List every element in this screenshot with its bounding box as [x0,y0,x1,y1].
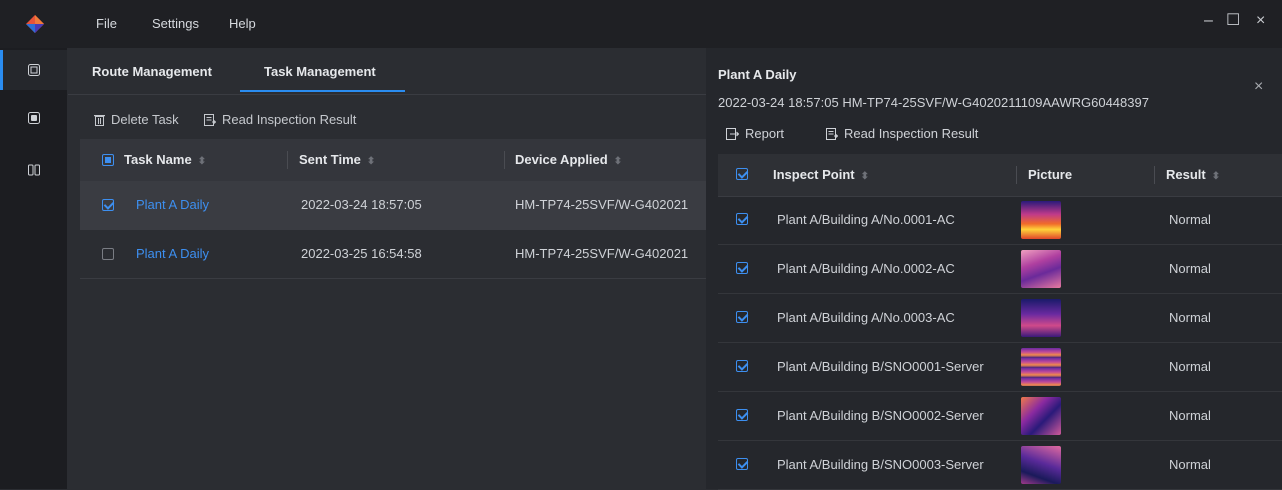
minimize-button[interactable]: – [1204,12,1213,30]
header-inspect-point[interactable]: Inspect Point ⬍ [773,167,869,182]
result-cell: Normal [1169,212,1211,227]
result-cell: Normal [1169,261,1211,276]
export-icon [726,127,739,140]
sent-time-cell: 2022-03-25 16:54:58 [301,246,422,261]
panel-read-inspection-result-label: Read Inspection Result [844,126,979,141]
column-divider [504,151,505,169]
table-row[interactable]: Plant A Daily 2022-03-25 16:54:58 HM-TP7… [80,230,706,279]
grid-icon [28,164,40,176]
thermal-thumbnail[interactable] [1021,250,1061,288]
inspect-table-header: Inspect Point ⬍ Picture Result ⬍ [718,154,1282,197]
route-icon [28,64,40,76]
report-button[interactable]: Report [726,126,784,141]
delete-task-button[interactable]: Delete Task [94,112,179,127]
report-label: Report [745,126,785,141]
row-checkbox[interactable] [736,409,748,421]
row-checkbox[interactable] [736,360,748,372]
header-device-applied[interactable]: Device Applied ⬍ [515,152,622,167]
inspect-point-cell: Plant A/Building B/SNO0001-Server [777,359,984,374]
close-window-button[interactable]: × [1256,12,1265,30]
table-row[interactable]: Plant A/Building B/SNO0003-Server Normal [718,441,1282,490]
tab-bar: Route Management Task Management [68,48,706,95]
title-bar: File Settings Help – ☐ × [0,0,1282,48]
read-inspection-result-button[interactable]: Read Inspection Result [204,112,356,127]
table-row[interactable]: Plant A/Building A/No.0001-AC Normal [718,196,1282,245]
result-cell: Normal [1169,457,1211,472]
inspect-point-cell: Plant A/Building A/No.0001-AC [777,212,955,227]
result-cell: Normal [1169,310,1211,325]
select-all-checkbox[interactable] [736,168,748,180]
panel-close-button[interactable]: × [1254,78,1263,96]
nav-rail [0,48,67,489]
inspect-point-cell: Plant A/Building A/No.0002-AC [777,261,955,276]
read-inspection-result-label: Read Inspection Result [222,112,357,127]
trash-icon [94,114,105,126]
sent-time-cell: 2022-03-24 18:57:05 [301,197,422,212]
task-name-link[interactable]: Plant A Daily [136,197,209,212]
main-area: Route Management Task Management Delete … [68,48,706,489]
row-checkbox[interactable] [102,248,114,260]
row-checkbox[interactable] [736,311,748,323]
app-logo-icon [26,15,44,33]
inspect-point-cell: Plant A/Building B/SNO0003-Server [777,457,984,472]
import-icon [826,127,838,140]
import-icon [204,113,216,126]
menu-file[interactable]: File [96,16,117,31]
rail-item-grid[interactable] [0,150,67,190]
column-divider [1154,166,1155,184]
thermal-thumbnail[interactable] [1021,397,1061,435]
inspect-point-cell: Plant A/Building B/SNO0002-Server [777,408,984,423]
active-tab-indicator [240,90,405,92]
tab-task-management[interactable]: Task Management [264,64,376,79]
sort-icon: ⬍ [197,156,207,167]
header-result[interactable]: Result ⬍ [1166,167,1220,182]
column-divider [287,151,288,169]
result-cell: Normal [1169,359,1211,374]
row-checkbox[interactable] [736,458,748,470]
rail-item-device[interactable] [0,98,67,138]
device-cell: HM-TP74-25SVF/W-G402021 [515,197,689,212]
maximize-button[interactable]: ☐ [1226,10,1240,30]
table-row[interactable]: Plant A/Building B/SNO0002-Server Normal [718,392,1282,441]
task-name-link[interactable]: Plant A Daily [136,246,209,261]
task-table-header: Task Name ⬍ Sent Time ⬍ Device Applied ⬍ [80,139,706,181]
header-task-name[interactable]: Task Name ⬍ [124,152,206,167]
inspect-point-cell: Plant A/Building A/No.0003-AC [777,310,955,325]
header-sent-time[interactable]: Sent Time ⬍ [299,152,375,167]
menu-help[interactable]: Help [229,16,256,31]
table-row[interactable]: Plant A/Building B/SNO0001-Server Normal [718,343,1282,392]
detail-panel: Plant A Daily 2022-03-24 18:57:05 HM-TP7… [706,48,1282,490]
header-picture: Picture [1028,167,1073,182]
panel-subtitle: 2022-03-24 18:57:05 HM-TP74-25SVF/W-G402… [718,95,1149,110]
rail-item-route[interactable] [0,50,67,90]
sort-icon: ⬍ [366,156,376,167]
thermal-thumbnail[interactable] [1021,446,1061,484]
thermal-thumbnail[interactable] [1021,348,1061,386]
tab-route-management[interactable]: Route Management [92,64,212,79]
thermal-thumbnail[interactable] [1021,201,1061,239]
row-checkbox[interactable] [736,262,748,274]
device-icon [28,112,40,124]
row-checkbox[interactable] [736,213,748,225]
sort-icon: ⬍ [613,156,623,167]
menu-settings[interactable]: Settings [152,16,199,31]
sort-icon: ⬍ [860,171,870,182]
table-row[interactable]: Plant A/Building A/No.0002-AC Normal [718,245,1282,294]
result-cell: Normal [1169,408,1211,423]
thermal-thumbnail[interactable] [1021,299,1061,337]
table-row[interactable]: Plant A/Building A/No.0003-AC Normal [718,294,1282,343]
row-checkbox[interactable] [102,199,114,211]
delete-task-label: Delete Task [111,112,179,127]
panel-read-inspection-result-button[interactable]: Read Inspection Result [826,126,978,141]
sort-icon: ⬍ [1211,171,1221,182]
device-cell: HM-TP74-25SVF/W-G402021 [515,246,689,261]
select-all-checkbox[interactable] [102,154,114,166]
column-divider [1016,166,1017,184]
table-row[interactable]: Plant A Daily 2022-03-24 18:57:05 HM-TP7… [80,181,706,230]
panel-title: Plant A Daily [718,67,797,82]
